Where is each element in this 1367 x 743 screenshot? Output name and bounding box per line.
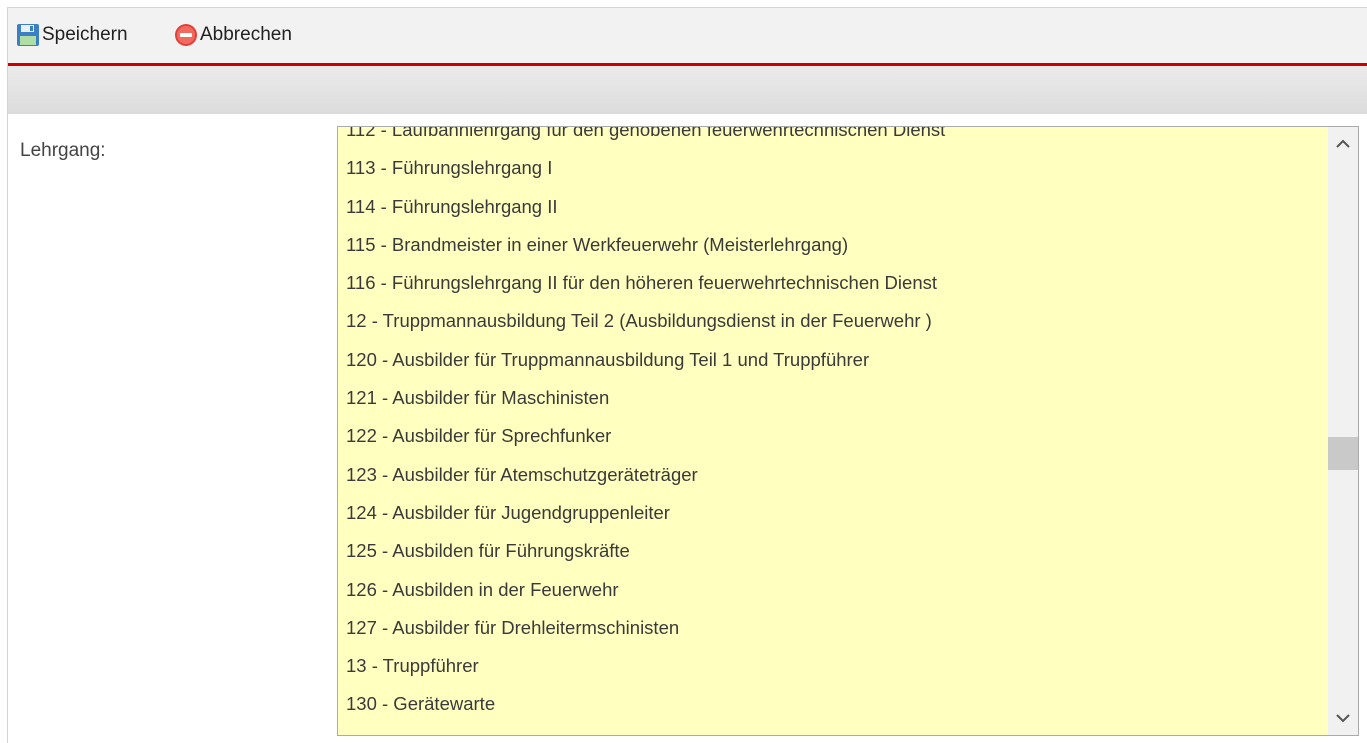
cancel-button-label: Abbrechen: [200, 24, 292, 45]
list-option[interactable]: 13 - Truppführer: [338, 647, 1322, 685]
list-option[interactable]: 113 - Führungslehrgang I: [338, 149, 1322, 187]
toolbar: Speichern Abbrechen: [8, 8, 1367, 66]
save-button[interactable]: Speichern: [16, 22, 128, 48]
list-option[interactable]: 116 - Führungslehrgang II für den höhere…: [338, 264, 1322, 302]
floppy-disk-icon: [16, 23, 40, 47]
sub-header-bar: [8, 66, 1367, 114]
list-option[interactable]: 127 - Ausbilder für Drehleitermschiniste…: [338, 609, 1322, 647]
list-option[interactable]: 131 - Atemschutzgerätewarte: [338, 724, 1322, 735]
form-row-lehrgang: Lehrgang: 112 - Laufbahnlehrgang für den…: [8, 114, 1367, 743]
cancel-button[interactable]: Abbrechen: [174, 22, 292, 48]
list-option[interactable]: 112 - Laufbahnlehrgang für den gehobenen…: [338, 127, 1322, 149]
lehrgang-listbox[interactable]: 112 - Laufbahnlehrgang für den gehobenen…: [337, 126, 1359, 736]
list-option[interactable]: 123 - Ausbilder für Atemschutzgeräteträg…: [338, 456, 1322, 494]
scroll-thumb[interactable]: [1328, 437, 1358, 470]
chevron-up-icon: [1336, 136, 1350, 152]
chevron-down-icon: [1336, 710, 1350, 726]
listbox-scrollbar[interactable]: [1328, 127, 1358, 735]
list-option[interactable]: 121 - Ausbilder für Maschinisten: [338, 379, 1322, 417]
form-window: Speichern Abbrechen Lehrgang: 112 - Lauf…: [7, 7, 1367, 743]
list-option[interactable]: 122 - Ausbilder für Sprechfunker: [338, 417, 1322, 455]
list-option[interactable]: 130 - Gerätewarte: [338, 685, 1322, 723]
lehrgang-label: Lehrgang:: [20, 140, 106, 161]
list-option[interactable]: 120 - Ausbilder für Truppmannausbildung …: [338, 341, 1322, 379]
cancel-circle-icon: [174, 23, 198, 47]
list-option[interactable]: 124 - Ausbilder für Jugendgruppenleiter: [338, 494, 1322, 532]
scroll-down-button[interactable]: [1328, 703, 1358, 733]
save-button-label: Speichern: [42, 24, 128, 45]
list-option[interactable]: 114 - Führungslehrgang II: [338, 188, 1322, 226]
list-option[interactable]: 12 - Truppmannausbildung Teil 2 (Ausbild…: [338, 302, 1322, 340]
list-option[interactable]: 125 - Ausbilden für Führungskräfte: [338, 532, 1322, 570]
scroll-up-button[interactable]: [1328, 129, 1358, 159]
list-option[interactable]: 126 - Ausbilden in der Feuerwehr: [338, 571, 1322, 609]
list-option[interactable]: 115 - Brandmeister in einer Werkfeuerweh…: [338, 226, 1322, 264]
lehrgang-options: 112 - Laufbahnlehrgang für den gehobenen…: [338, 127, 1322, 735]
